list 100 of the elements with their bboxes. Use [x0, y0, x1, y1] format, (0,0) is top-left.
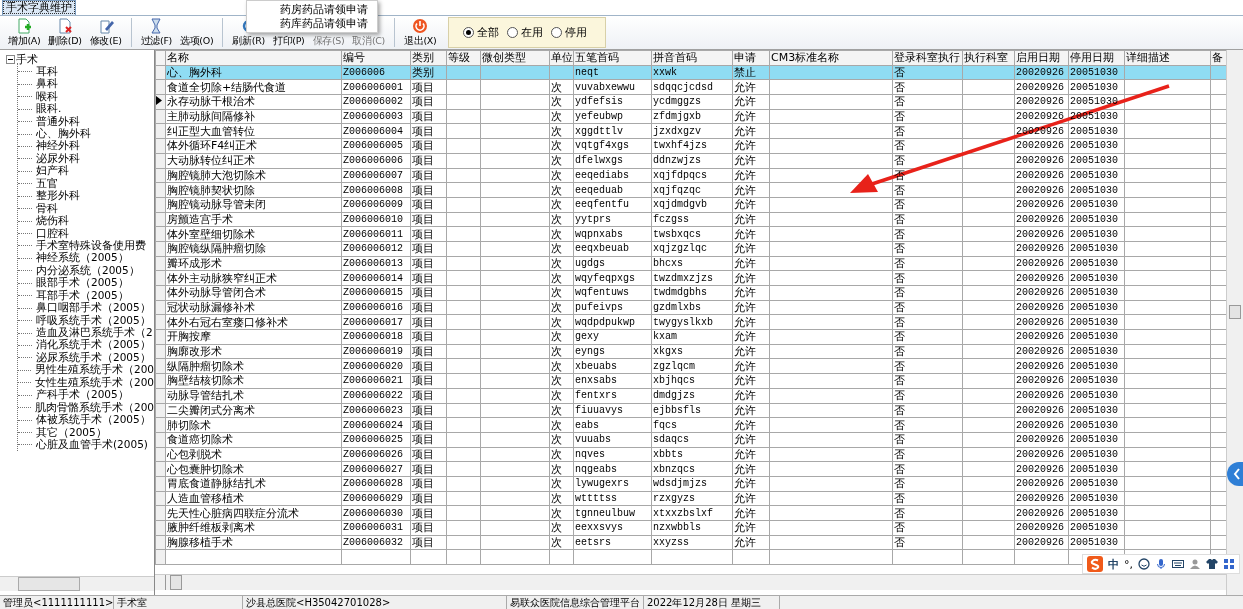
table-cell: 20020926: [1014, 285, 1069, 301]
table-cell: 动脉导管结扎术: [165, 388, 342, 403]
table-cell: 次: [549, 123, 574, 139]
table-cell: 否: [892, 256, 963, 271]
table-cell: 20051030: [1068, 520, 1125, 536]
table-cell: 20020926: [1014, 270, 1069, 286]
table-cell: 项目: [410, 168, 447, 183]
table-cell: 胃底食道静脉结扎术: [165, 476, 342, 492]
table-cell: Z006006022: [341, 388, 411, 403]
table-cell: 允许: [732, 212, 770, 227]
table-cell: 20020926: [1014, 358, 1069, 374]
table-cell: 次: [549, 270, 574, 286]
table-cell: 允许: [732, 314, 770, 330]
table-cell: 禁止: [732, 65, 770, 80]
table-cell: 次: [549, 109, 574, 124]
table-cell: 20020926: [1014, 168, 1069, 183]
table-cell: Z006006016: [341, 300, 411, 315]
table-cell: 次: [549, 300, 574, 315]
table-cell: 次: [549, 535, 574, 550]
table-cell: Z006006028: [341, 476, 411, 492]
table-cell: vqtgf4xgs: [573, 138, 652, 154]
table-cell: Z006006023: [341, 403, 411, 418]
table-cell: 否: [892, 358, 963, 374]
table-cell: 20020926: [1014, 256, 1069, 271]
table-cell: 否: [892, 314, 963, 330]
table-cell: Z006006014: [341, 270, 411, 286]
table-cell: Z006006024: [341, 417, 411, 433]
table-cell: 项目: [410, 153, 447, 168]
table-cell: 20020926: [1014, 505, 1069, 521]
table-cell: 次: [549, 461, 574, 477]
table-cell: 允许: [732, 256, 770, 271]
table-cell: 否: [892, 94, 963, 110]
table-cell: 瓣环成形术: [165, 256, 342, 271]
table-cell: 胸腔镜动脉导管未闭: [165, 197, 342, 213]
table-cell: 20020926: [1014, 212, 1069, 227]
table-cell: 20020926: [1014, 373, 1069, 389]
table-cell: 20020926: [1014, 403, 1069, 418]
table-cell: 胸廓改形术: [165, 344, 342, 359]
table-cell: 否: [892, 300, 963, 315]
table-cell: 20020926: [1014, 197, 1069, 213]
table-cell: 20020926: [1014, 520, 1069, 536]
table-cell: 否: [892, 417, 963, 433]
table-cell: 允许: [732, 535, 770, 550]
table-cell: 否: [892, 403, 963, 418]
table-cell: 次: [549, 520, 574, 536]
table-cell: xqjzgzlqc: [651, 241, 733, 257]
table-cell: 允许: [732, 226, 770, 242]
table-cell: 20051030: [1068, 79, 1125, 95]
table-cell: 次: [549, 138, 574, 154]
table-cell: 否: [892, 285, 963, 301]
table-cell: ydfefsis: [573, 94, 652, 110]
table-cell: Z006006031: [341, 520, 411, 536]
table-cell: 项目: [410, 182, 447, 198]
table-cell: 20051030: [1068, 373, 1125, 389]
table-cell: 次: [549, 212, 574, 227]
table-cell: 否: [892, 461, 963, 477]
table-cell: 否: [892, 476, 963, 492]
table-cell: 20020926: [1014, 447, 1069, 462]
table-cell: 否: [892, 182, 963, 198]
table-cell: 20051030: [1068, 447, 1125, 462]
table-cell: 20020926: [1014, 109, 1069, 124]
table-cell: 20051030: [1068, 461, 1125, 477]
table-cell: 允许: [732, 300, 770, 315]
table-cell: 20020926: [1014, 153, 1069, 168]
table-cell: 允许: [732, 241, 770, 257]
table-cell: xkgxs: [651, 344, 733, 359]
table-cell: 允许: [732, 373, 770, 389]
table-cell: 次: [549, 94, 574, 110]
table-cell: 20051030: [1068, 285, 1125, 301]
table-cell: 次: [549, 505, 574, 521]
table-cell: wdsdjmjzs: [651, 476, 733, 492]
table-cell: 否: [892, 491, 963, 506]
table-cell: 大动脉转位纠正术: [165, 153, 342, 168]
table-cell: 次: [549, 79, 574, 95]
table-cell: 次: [549, 344, 574, 359]
table-cell: twzdmxzjzs: [651, 270, 733, 286]
table-cell: pufeivps: [573, 300, 652, 315]
table-cell: 项目: [410, 329, 447, 345]
table-cell: 心包囊肿切除术: [165, 461, 342, 477]
table-cell: twygyslkxb: [651, 314, 733, 330]
table-cell: 否: [892, 447, 963, 462]
table-cell: 20051030: [1068, 241, 1125, 257]
table-cell: 允许: [732, 79, 770, 95]
table-cell: 项目: [410, 94, 447, 110]
table-cell: 项目: [410, 197, 447, 213]
table-cell: Z006006029: [341, 491, 411, 506]
table-cell: 允许: [732, 388, 770, 403]
table-cell: Z006006007: [341, 168, 411, 183]
table-cell: fqcs: [651, 417, 733, 433]
table-cell: xxwk: [651, 65, 733, 80]
table-cell: rzxgyzs: [651, 491, 733, 506]
table-cell: wqpnxabs: [573, 226, 652, 242]
table-cell: 项目: [410, 432, 447, 448]
table-cell: 20020926: [1014, 344, 1069, 359]
table-cell: dfelwxgs: [573, 153, 652, 168]
table-cell: 胸腔镜肺大泡切除术: [165, 168, 342, 183]
table-cell: 胸腺移植手术: [165, 535, 342, 550]
table-cell: Z006006030: [341, 505, 411, 521]
table-cell: fiuuavys: [573, 403, 652, 418]
table-cell: Z006006026: [341, 447, 411, 462]
